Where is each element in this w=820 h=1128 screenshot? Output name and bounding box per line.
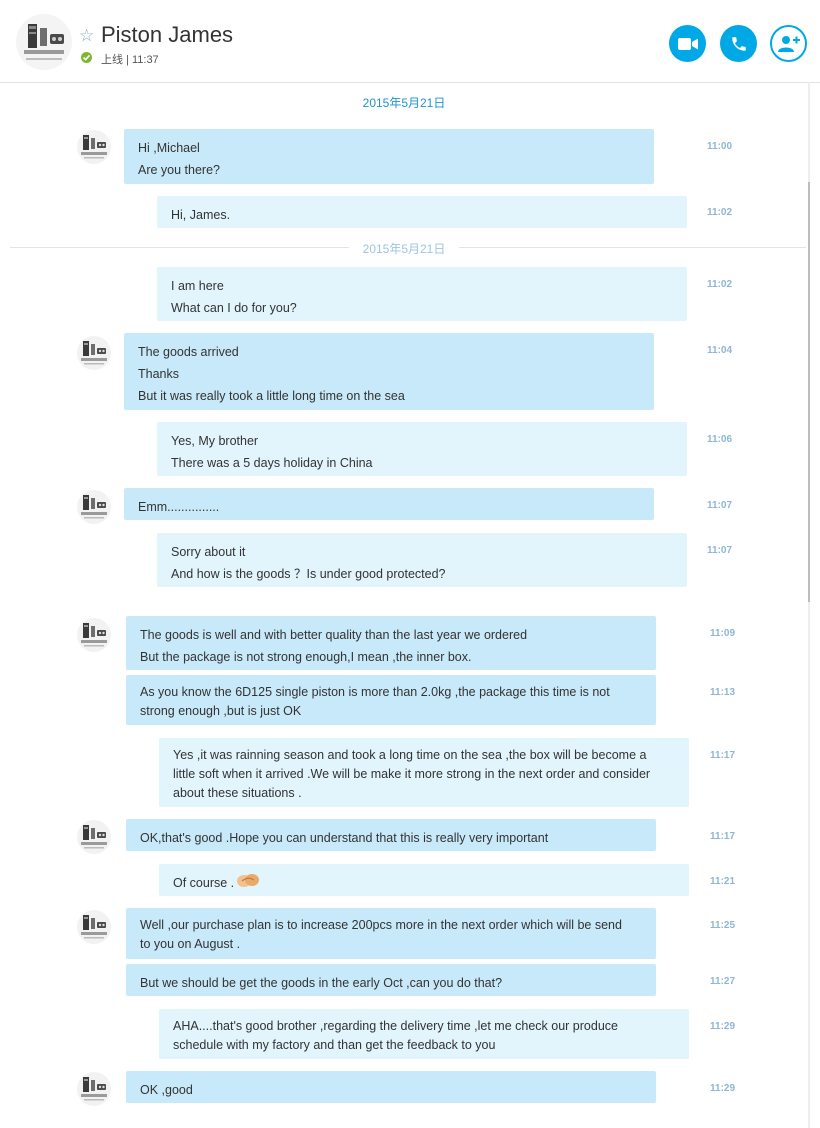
incoming-message-bubble[interactable]: The goods arrived Thanks But it was really… (124, 333, 654, 410)
message-text-line: Sorry about it (171, 545, 246, 559)
message-text-line: Emm............... (138, 500, 220, 514)
star-icon[interactable]: ☆ (79, 26, 94, 46)
outgoing-message-bubble[interactable]: I am here What can I do for you? (157, 267, 687, 321)
message-timestamp: 11:02 (707, 279, 733, 290)
message-timestamp: 11:25 (710, 920, 736, 931)
incoming-message-bubble[interactable]: The goods is well and with better qualit… (126, 616, 656, 670)
add-person-icon (777, 35, 800, 52)
sender-avatar[interactable] (77, 490, 111, 524)
message-text-line: OK ,good (140, 1083, 193, 1097)
message-text-line: Yes, My brother (171, 434, 259, 448)
message-text-line: OK,that's good .Hope you can understand … (140, 831, 549, 845)
incoming-message-bubble[interactable]: Emm............... (124, 488, 654, 520)
online-check-icon (81, 52, 92, 63)
sender-avatar[interactable] (77, 618, 111, 652)
incoming-message-bubble[interactable]: Well ,our purchase plan is to increase 2… (126, 908, 656, 959)
message-timestamp: 11:21 (710, 876, 736, 887)
outgoing-message-bubble[interactable]: AHA....that's good brother ,regarding th… (159, 1009, 689, 1059)
video-call-button[interactable] (669, 25, 706, 62)
message-text-line: Thanks (138, 367, 179, 381)
message-timestamp: 11:29 (710, 1021, 736, 1032)
sender-avatar[interactable] (77, 820, 111, 854)
message-timestamp: 11:02 (707, 207, 733, 218)
contact-avatar[interactable] (16, 14, 72, 70)
message-timestamp: 11:07 (707, 500, 733, 511)
message-timestamp: 11:17 (710, 831, 736, 842)
message-text-line: And how is the goods ？Is under good prot… (171, 567, 446, 581)
message-text-line: to you on August . (140, 937, 241, 951)
video-camera-icon (677, 37, 698, 50)
outgoing-message-bubble[interactable]: Yes ,it was rainning season and took a l… (159, 738, 689, 807)
outgoing-message-bubble[interactable]: Of course . (159, 864, 689, 896)
contact-name: Piston James (101, 22, 234, 47)
phone-icon (731, 36, 746, 51)
message-text-line: Are you there? (138, 163, 220, 177)
outgoing-message-bubble[interactable]: Sorry about it And how is the goods ？Is u… (157, 533, 687, 587)
add-contact-button[interactable] (770, 25, 807, 62)
message-text-line: But we should be get the goods in the ea… (140, 976, 503, 990)
incoming-message-bubble[interactable]: But we should be get the goods in the ea… (126, 964, 656, 996)
message-text-line: strong enough ,but is just OK (140, 704, 302, 718)
message-timestamp: 11:13 (710, 687, 736, 698)
message-timestamp: 11:07 (707, 545, 733, 556)
outgoing-message-bubble[interactable]: Yes, My brother There was a 5 days holida… (157, 422, 687, 476)
incoming-message-bubble[interactable]: Hi ,Michael Are you there? (124, 129, 654, 184)
conversation-header: ☆ Piston James 上线 | 11:37 (0, 0, 820, 83)
message-text-line: about these situations . (173, 786, 302, 800)
message-text-line: Hi ,Michael (138, 141, 200, 155)
message-text-line: I am here (171, 279, 224, 293)
date-separator: 2015年5月21日 (362, 96, 446, 110)
sender-avatar[interactable] (77, 910, 111, 944)
handshake-icon (237, 872, 260, 895)
message-text-line: There was a 5 days holiday in China (171, 456, 373, 470)
message-text-line: But the package is not strong enough,I m… (140, 650, 472, 664)
message-timestamp: 11:06 (707, 434, 733, 445)
message-text-line: What can I do for you? (171, 301, 297, 315)
message-timestamp: 11:00 (707, 141, 733, 152)
message-text-line: schedule with my factory and than get th… (173, 1038, 496, 1052)
sender-avatar[interactable] (77, 336, 111, 370)
message-text-line: AHA....that's good brother ,regarding th… (173, 1019, 618, 1033)
incoming-message-bubble[interactable]: OK ,good (126, 1071, 656, 1103)
incoming-message-bubble[interactable]: As you know the 6D125 single piston is m… (126, 675, 656, 725)
message-timestamp: 11:17 (710, 750, 736, 761)
message-text-line: Hi, James. (171, 208, 231, 222)
message-text-line: little soft when it arrived .We will be … (173, 767, 651, 781)
message-timestamp: 11:27 (710, 976, 736, 987)
message-text-line: Well ,our purchase plan is to increase 2… (140, 918, 622, 932)
message-text-line: The goods arrived (138, 345, 239, 359)
sender-avatar[interactable] (77, 1072, 111, 1106)
outgoing-message-bubble[interactable]: Hi, James. (157, 196, 687, 228)
presence-status: 上线 | 11:37 (101, 54, 159, 66)
chat-scrollbar-thumb[interactable] (808, 182, 810, 602)
message-text-line: But it was really took a little long tim… (138, 389, 405, 403)
message-timestamp: 11:29 (710, 1083, 736, 1094)
message-text-line: The goods is well and with better qualit… (140, 628, 528, 642)
message-timestamp: 11:04 (707, 345, 733, 356)
message-text-line: Yes ,it was rainning season and took a l… (173, 748, 647, 762)
date-separator-label: 2015年5月21日 (348, 242, 460, 256)
message-text-line: Of course . (173, 872, 675, 895)
sender-avatar[interactable] (77, 130, 111, 164)
incoming-message-bubble[interactable]: OK,that's good .Hope you can understand … (126, 819, 656, 851)
audio-call-button[interactable] (720, 25, 757, 62)
message-timestamp: 11:09 (710, 628, 736, 639)
message-text-line: As you know the 6D125 single piston is m… (140, 685, 610, 699)
date-separator: 2015年5月21日 (0, 240, 808, 257)
